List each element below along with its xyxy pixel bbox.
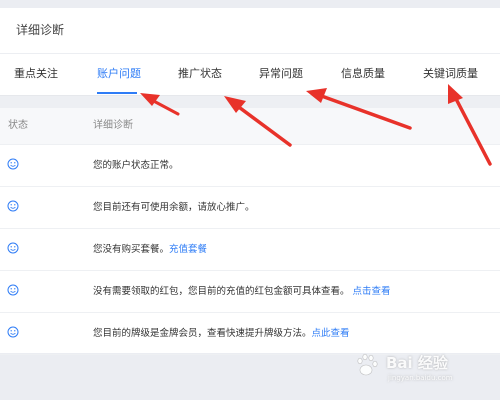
tab-info-quality[interactable]: 信息质量 (341, 54, 385, 95)
tab-account-issues[interactable]: 账户问题 (97, 54, 141, 95)
tab-promotion-status[interactable]: 推广状态 (178, 54, 222, 95)
column-header-diagnosis: 详细诊断 (93, 120, 133, 131)
table-row: 您没有购买套餐。充值套餐 (0, 229, 500, 271)
smile-icon (7, 326, 19, 338)
tab-bar: 重点关注 账户问题 推广状态 异常问题 信息质量 关键词质量 (0, 54, 500, 96)
tab-abnormal-issues[interactable]: 异常问题 (259, 54, 303, 95)
section-divider (0, 96, 500, 108)
column-header-status: 状态 (8, 120, 28, 131)
watermark-subtext: jingyan.baidu.com (388, 374, 453, 382)
tab-key-focus[interactable]: 重点关注 (14, 54, 58, 95)
detail-diagnosis-panel: 详细诊断 重点关注 账户问题 推广状态 异常问题 信息质量 关键词质量 状态 详… (0, 8, 500, 355)
diagnosis-text: 您没有购买套餐。充值套餐 (93, 244, 208, 255)
table-row: 没有需要领取的红包，您目前的充值的红包金额可具体查看。 点击查看 (0, 271, 500, 313)
table-header: 状态 详细诊断 (0, 108, 500, 145)
panel-title: 详细诊断 (0, 8, 500, 54)
diagnosis-text: 您目前的牌级是金牌会员，查看快速提升牌级方法。点此查看 (93, 328, 350, 339)
smile-icon (7, 158, 19, 170)
tab-keyword-quality[interactable]: 关键词质量 (423, 54, 478, 95)
smile-icon (7, 284, 19, 296)
diagnosis-text: 没有需要领取的红包，您目前的充值的红包金额可具体查看。 点击查看 (93, 286, 391, 297)
active-tab-indicator (97, 92, 137, 94)
table-row: 您的账户状态正常。 (0, 145, 500, 187)
diagnosis-text: 您目前还有可使用余额，请放心推广。 (93, 202, 255, 213)
smile-icon (7, 200, 19, 212)
diagnosis-text: 您的账户状态正常。 (93, 160, 179, 171)
watermark-text: Bai 经验 (386, 354, 448, 372)
click-to-view-link[interactable]: 点击查看 (353, 286, 391, 297)
table-row: 您目前还有可使用余额，请放心推广。 (0, 187, 500, 229)
recharge-package-link[interactable]: 充值套餐 (169, 244, 207, 255)
view-here-link[interactable]: 点此查看 (312, 328, 350, 339)
smile-icon (7, 242, 19, 254)
